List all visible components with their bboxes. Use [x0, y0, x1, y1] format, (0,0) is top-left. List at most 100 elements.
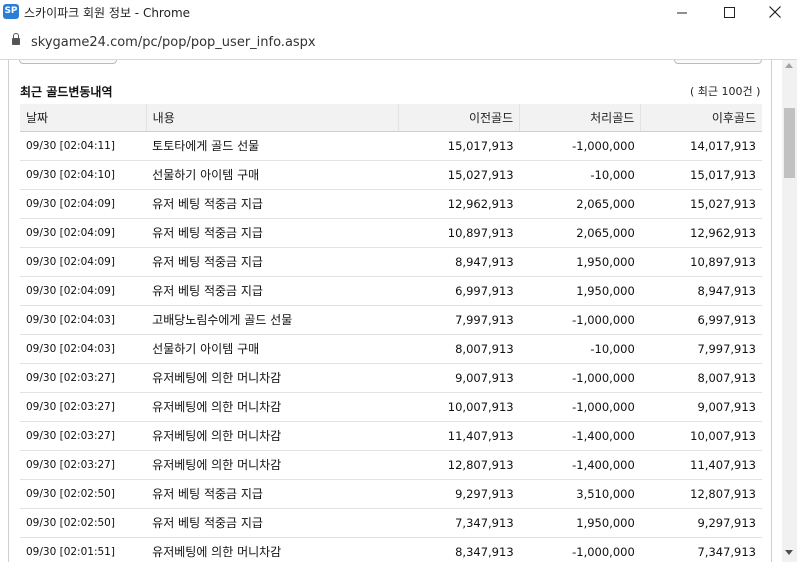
table-row: 09/30 [02:02:50] 유저 베팅 적중금 지급 7,347,913 1,9… — [20, 508, 762, 538]
row-description: 고배당노림수에게 골드 선물 — [146, 305, 399, 335]
row-description: 유저베팅에 의한 머니차감 — [146, 363, 399, 393]
vertical-scrollbar[interactable] — [782, 60, 797, 562]
address-bar: skygame24.com/pc/pop/pop_user_info.aspx — [0, 24, 797, 60]
header-description: 내용 — [146, 104, 399, 132]
row-date: 09/30 [02:04:09] — [20, 276, 147, 306]
row-after-gold: 6,997,913 — [640, 305, 762, 335]
table-row: 09/30 [02:04:03] 선물하기 아이템 구매 8,007,913 -10,… — [20, 334, 762, 364]
row-after-gold: 10,007,913 — [640, 421, 762, 451]
row-change-gold: 3,510,000 — [519, 479, 641, 509]
row-description: 유저 베팅 적중금 지급 — [146, 508, 399, 538]
row-description: 유저베팅에 의한 머니차감 — [146, 537, 399, 562]
top-left-button[interactable] — [19, 60, 117, 64]
minimize-button[interactable] — [659, 0, 705, 24]
minimize-icon — [676, 12, 687, 13]
header-after-gold: 이후골드 — [640, 104, 762, 132]
row-change-gold: 1,950,000 — [519, 247, 641, 277]
table-row: 09/30 [02:04:03] 고배당노림수에게 골드 선물 7,997,913-… — [20, 305, 762, 335]
row-date: 09/30 [02:04:09] — [20, 247, 147, 277]
section-title: 최근 골드변동내역 — [20, 85, 113, 99]
table-row: 09/30 [02:04:11] 토토타에게 골드 선물 15,017,913 -1,… — [20, 131, 762, 161]
scroll-thumb[interactable] — [784, 108, 795, 178]
row-after-gold: 12,807,913 — [640, 479, 762, 509]
row-change-gold: 1,950,000 — [519, 508, 641, 538]
row-description: 유저베팅에 의한 머니차감 — [146, 450, 399, 480]
row-before-gold: 10,897,913 — [398, 218, 520, 248]
row-after-gold: 7,997,913 — [640, 334, 762, 364]
row-before-gold: 15,027,913 — [398, 160, 520, 190]
row-date: 09/30 [02:01:51] — [20, 537, 147, 562]
row-description: 선물하기 아이템 구매 — [146, 160, 399, 190]
row-after-gold: 9,297,913 — [640, 508, 762, 538]
close-icon — [769, 6, 781, 18]
row-before-gold: 7,347,913 — [398, 508, 520, 538]
table-row: 09/30 [02:01:51] 유저베팅에 의한 머니차감 8,347,913 -1… — [20, 537, 762, 562]
row-change-gold: 2,065,000 — [519, 218, 641, 248]
row-date: 09/30 [02:03:27] — [20, 392, 147, 422]
row-before-gold: 12,962,913 — [398, 189, 520, 219]
row-date: 09/30 [02:04:11] — [20, 131, 147, 161]
scroll-down-arrow-icon[interactable] — [785, 550, 793, 555]
row-after-gold: 8,947,913 — [640, 276, 762, 306]
row-change-gold: -1,000,000 — [519, 537, 641, 562]
url-text[interactable]: skygame24.com/pc/pop/pop_user_info.aspx — [31, 35, 316, 50]
top-right-button[interactable] — [674, 60, 762, 64]
gold-history-panel: 최근 골드변동내역 ( 최근 100건 ) 날짜 내용 이전골드 처리골드 이후… — [8, 60, 772, 562]
row-description: 유저 베팅 적중금 지급 — [146, 479, 399, 509]
row-after-gold: 9,007,913 — [640, 392, 762, 422]
row-before-gold: 8,947,913 — [398, 247, 520, 277]
table-row: 09/30 [02:03:27] 유저베팅에 의한 머니차감 12,807,913-… — [20, 450, 762, 480]
row-before-gold: 15,017,913 — [398, 131, 520, 161]
header-date: 날짜 — [20, 104, 147, 132]
table-row: 09/30 [02:03:27] 유저베팅에 의한 머니차감 10,007,913-… — [20, 392, 762, 422]
window-title: 스카이파크 회원 정보 - Chrome — [24, 6, 191, 20]
row-before-gold: 8,347,913 — [398, 537, 520, 562]
row-before-gold: 12,807,913 — [398, 450, 520, 480]
row-description: 유저베팅에 의한 머니차감 — [146, 421, 399, 451]
row-before-gold: 6,997,913 — [398, 276, 520, 306]
row-after-gold: 15,017,913 — [640, 160, 762, 190]
row-before-gold: 9,297,913 — [398, 479, 520, 509]
maximize-button[interactable] — [706, 0, 752, 24]
row-before-gold: 9,007,913 — [398, 363, 520, 393]
row-after-gold: 7,347,913 — [640, 537, 762, 562]
row-after-gold: 14,017,913 — [640, 131, 762, 161]
row-change-gold: -1,000,000 — [519, 305, 641, 335]
scroll-up-arrow-icon[interactable] — [785, 63, 793, 68]
table-row: 09/30 [02:03:27] 유저베팅에 의한 머니차감 11,407,913-… — [20, 421, 762, 451]
row-before-gold: 7,997,913 — [398, 305, 520, 335]
row-change-gold: -1,000,000 — [519, 392, 641, 422]
row-date: 09/30 [02:04:03] — [20, 334, 147, 364]
row-before-gold: 8,007,913 — [398, 334, 520, 364]
row-before-gold: 11,407,913 — [398, 421, 520, 451]
maximize-icon — [723, 6, 735, 18]
app-logo-icon: SP — [3, 4, 19, 19]
table-row: 09/30 [02:04:09] 유저 베팅 적중금 지급 12,962,913 2,… — [20, 189, 762, 219]
row-description: 유저 베팅 적중금 지급 — [146, 189, 399, 219]
close-button[interactable] — [752, 0, 797, 24]
row-description: 유저베팅에 의한 머니차감 — [146, 392, 399, 422]
row-after-gold: 12,962,913 — [640, 218, 762, 248]
row-date: 09/30 [02:04:09] — [20, 189, 147, 219]
row-after-gold: 11,407,913 — [640, 450, 762, 480]
page-content: 최근 골드변동내역 ( 최근 100건 ) 날짜 내용 이전골드 처리골드 이후… — [0, 60, 797, 562]
table-row: 09/30 [02:02:50] 유저 베팅 적중금 지급 9,297,913 3,5… — [20, 479, 762, 509]
table-row: 09/30 [02:04:10] 선물하기 아이템 구매 15,027,913 -10… — [20, 160, 762, 190]
table-row: 09/30 [02:04:09] 유저 베팅 적중금 지급 8,947,913 1,9… — [20, 247, 762, 277]
row-before-gold: 10,007,913 — [398, 392, 520, 422]
row-after-gold: 10,897,913 — [640, 247, 762, 277]
row-description: 유저 베팅 적중금 지급 — [146, 218, 399, 248]
row-date: 09/30 [02:03:27] — [20, 421, 147, 451]
lock-icon — [12, 33, 20, 45]
header-before-gold: 이전골드 — [398, 104, 521, 132]
row-description: 토토타에게 골드 선물 — [146, 131, 399, 161]
row-date: 09/30 [02:03:27] — [20, 363, 147, 393]
row-description: 유저 베팅 적중금 지급 — [146, 247, 399, 277]
row-change-gold: -1,000,000 — [519, 363, 641, 393]
row-change-gold: 2,065,000 — [519, 189, 641, 219]
row-change-gold: -10,000 — [519, 160, 641, 190]
row-change-gold: -1,000,000 — [519, 131, 641, 161]
row-date: 09/30 [02:02:50] — [20, 479, 147, 509]
table-header-row: 날짜 내용 이전골드 처리골드 이후골드 — [20, 104, 762, 132]
row-date: 09/30 [02:04:09] — [20, 218, 147, 248]
